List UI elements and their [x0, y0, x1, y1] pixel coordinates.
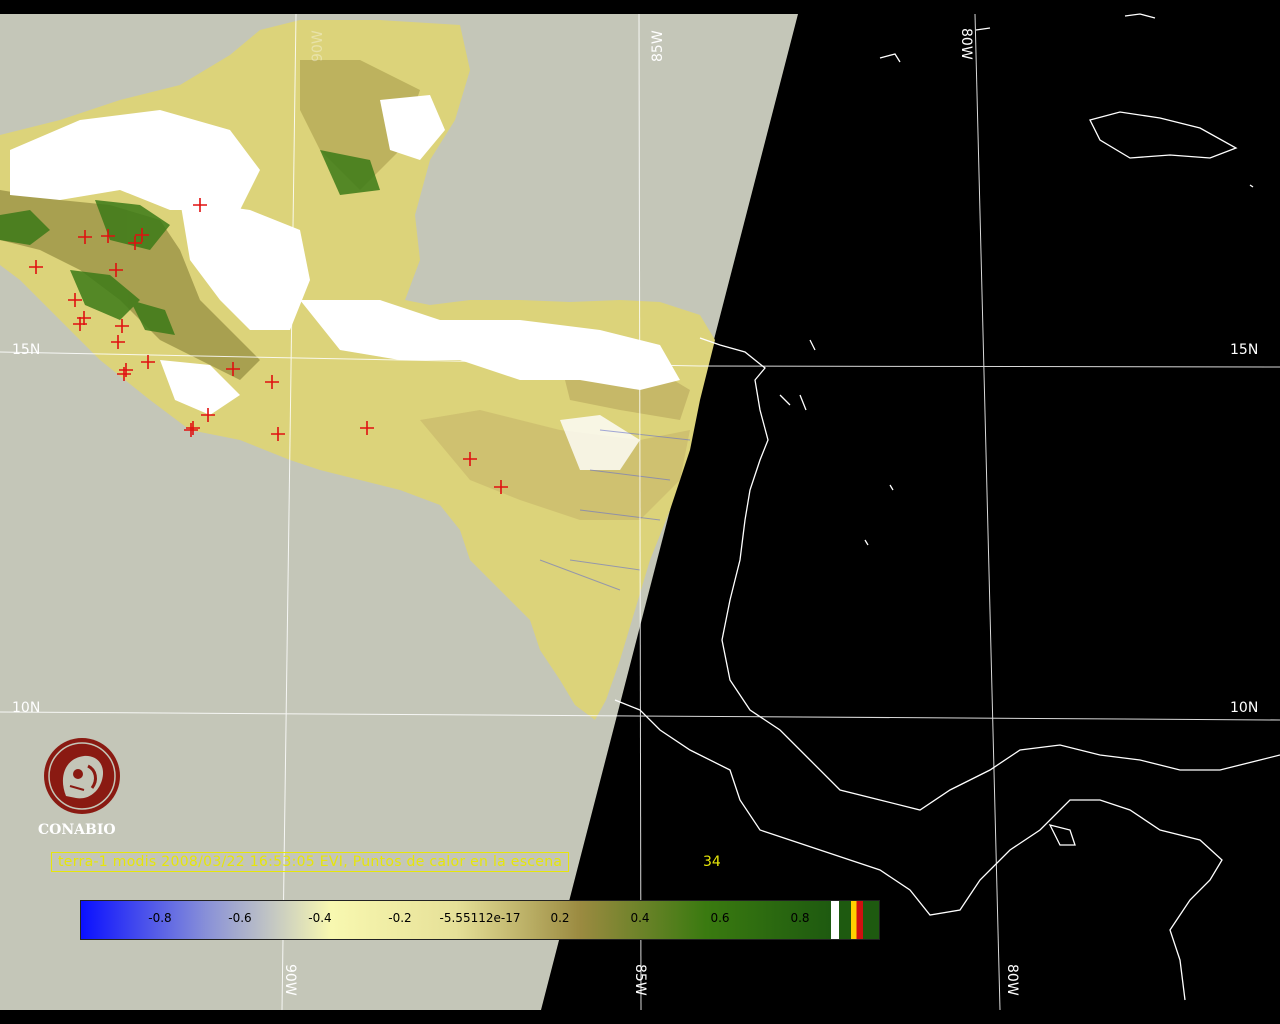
- label-15n-right: 15N: [1230, 342, 1258, 358]
- label-85w-bottom: 85W: [632, 964, 648, 996]
- scale-tick-label: -0.6: [228, 911, 252, 925]
- label-80w-top: 80W: [958, 28, 974, 60]
- conabio-logo-text: CONABIO: [38, 822, 116, 838]
- scene-caption: terra-1 modis 2008/03/22 16:53:05 EVI, P…: [51, 852, 570, 872]
- scale-tick-label: 0.2: [550, 911, 570, 925]
- scale-tick-label: -0.2: [388, 911, 412, 925]
- scale-tick-label: 0.8: [790, 911, 810, 925]
- scale-tick-label: 0.6: [710, 911, 730, 925]
- scale-tick-label: 0.4: [630, 911, 650, 925]
- scale-tick-label: -0.8: [148, 911, 172, 925]
- label-15n-left: 15N: [12, 342, 40, 358]
- scale-tick-label: -5.55112e-17: [439, 911, 521, 925]
- fire-point-count: 34: [703, 854, 721, 870]
- label-90w-top: 90W: [310, 30, 326, 62]
- label-80w-bottom: 80W: [1004, 964, 1020, 996]
- label-10n-left: 10N: [12, 700, 40, 716]
- label-90w-bottom: 90W: [282, 964, 298, 996]
- scale-tick-label: -0.4: [308, 911, 332, 925]
- label-85w-top: 85W: [650, 30, 666, 62]
- satellite-map-view: 15N 15N 10N 10N 85W 85W 80W 80W 90W 90W …: [0, 0, 1280, 1024]
- label-10n-right: 10N: [1230, 700, 1258, 716]
